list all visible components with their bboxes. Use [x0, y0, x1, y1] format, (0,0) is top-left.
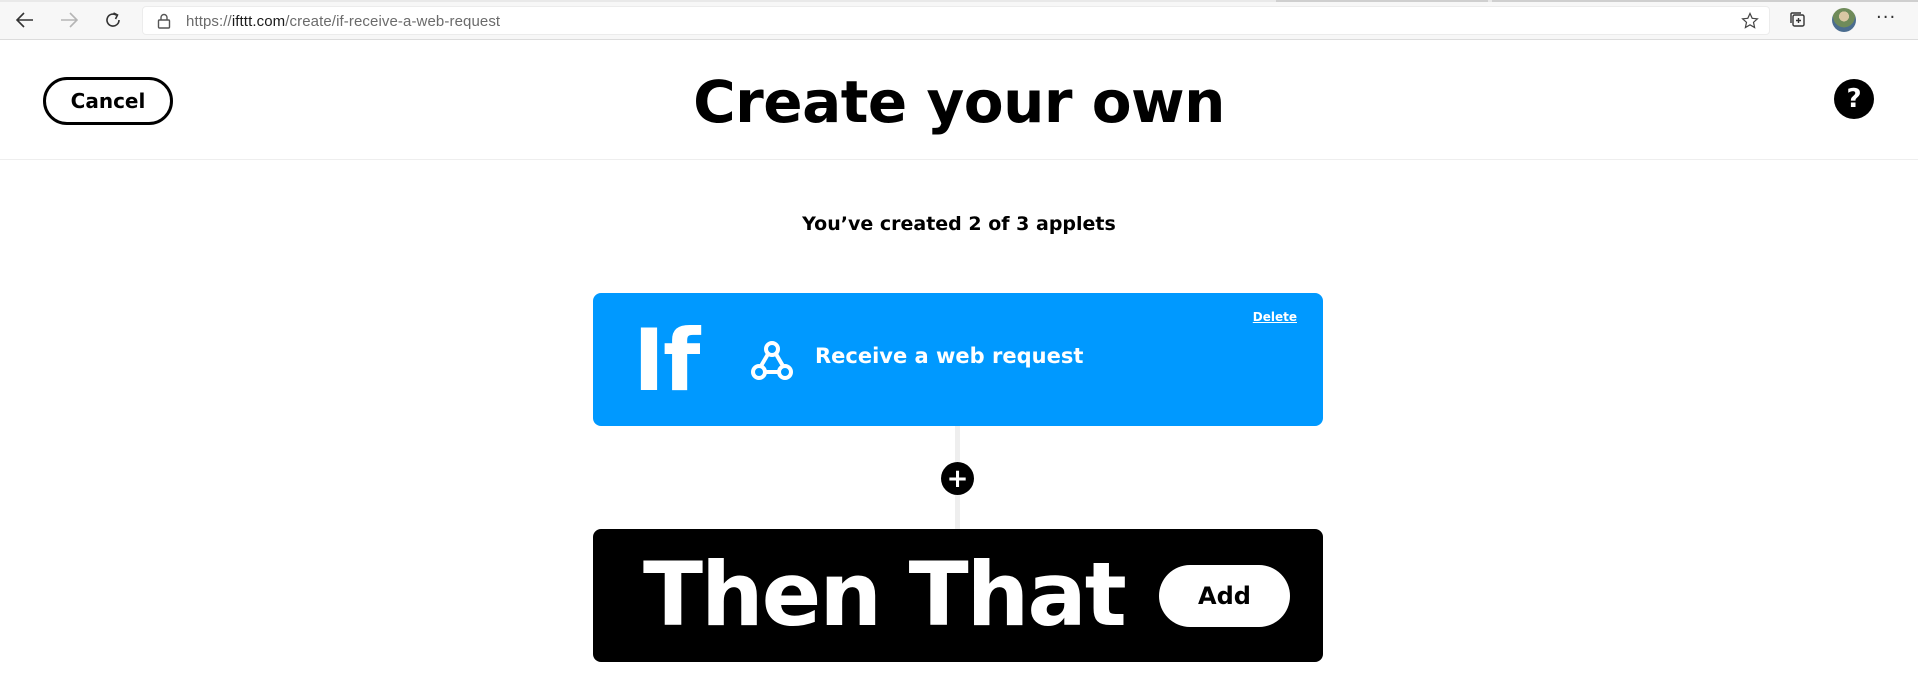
trigger-label: Receive a web request [815, 344, 1084, 368]
collections-icon[interactable] [1783, 6, 1813, 34]
refresh-icon[interactable] [98, 6, 128, 34]
if-trigger-card[interactable]: If Receive a web request Delete [593, 293, 1323, 426]
then-action-card: Then That Add [593, 529, 1323, 662]
browser-toolbar: https://ifttt.com/create/if-receive-a-we… [0, 0, 1918, 40]
url-text[interactable]: https://ifttt.com/create/if-receive-a-we… [186, 13, 500, 30]
add-step-plus-button[interactable]: + [941, 462, 974, 495]
help-icon[interactable]: ? [1834, 79, 1874, 119]
webhook-icon [748, 337, 796, 389]
page-title: Create your own [693, 68, 1225, 136]
page-header: Cancel Create your own ? [0, 40, 1918, 160]
applet-quota-text: You’ve created 2 of 3 applets [802, 213, 1116, 235]
address-bar[interactable]: https://ifttt.com/create/if-receive-a-we… [142, 6, 1770, 35]
profile-avatar[interactable] [1832, 8, 1856, 32]
url-scheme: https:// [186, 13, 232, 30]
then-that-keyword: Then That [643, 543, 1127, 646]
add-action-button[interactable]: Add [1159, 565, 1290, 627]
tab-strip [0, 0, 1918, 2]
url-path: /create/if-receive-a-web-request [285, 13, 501, 30]
if-keyword: If [633, 311, 700, 411]
back-arrow-icon[interactable] [10, 6, 40, 34]
lock-icon [157, 13, 171, 33]
delete-link[interactable]: Delete [1253, 310, 1297, 324]
more-menu-icon[interactable]: ··· [1876, 8, 1896, 28]
favorite-star-icon[interactable] [1741, 12, 1759, 34]
url-host: ifttt.com [231, 13, 286, 30]
forward-arrow-icon[interactable] [54, 6, 84, 34]
